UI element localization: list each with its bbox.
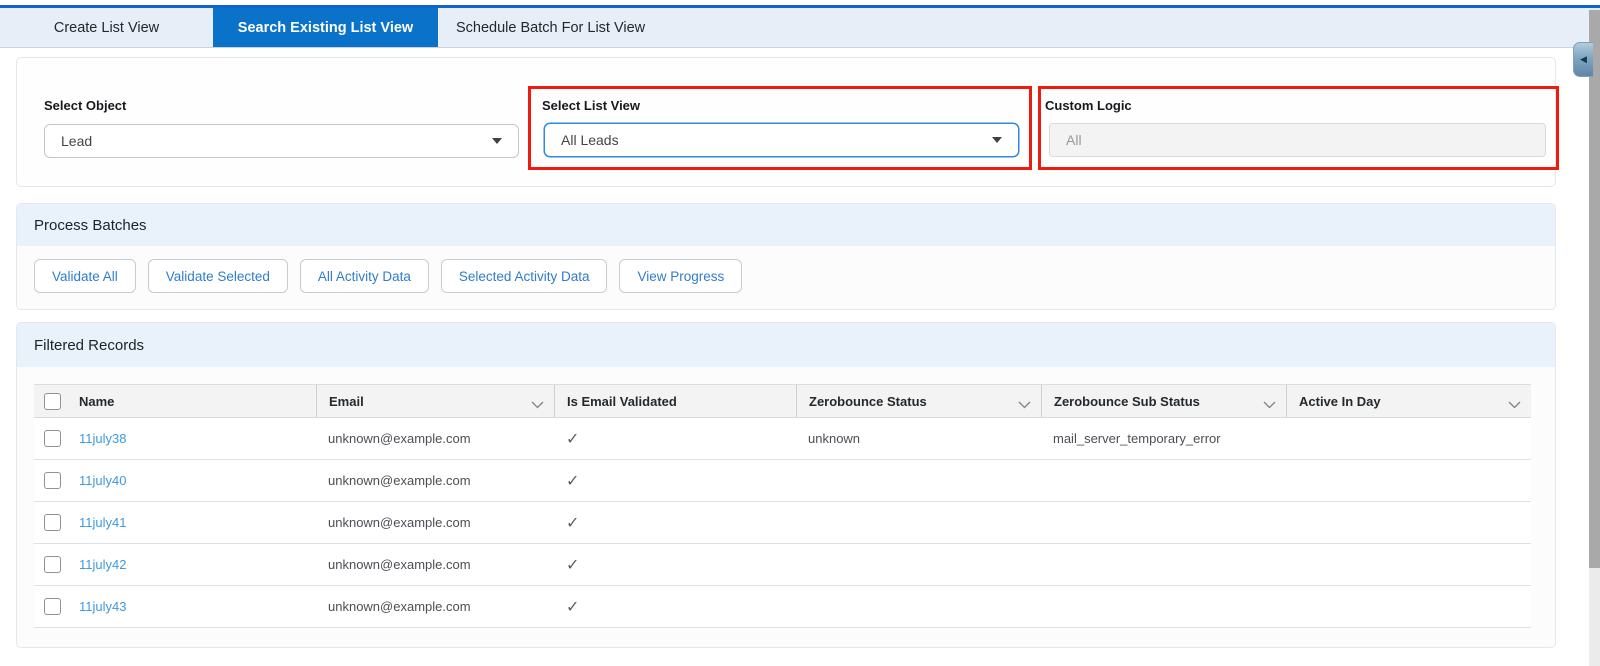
checkmark-icon: ✓ <box>566 430 580 448</box>
app-screen: Create List View Search Existing List Vi… <box>0 0 1600 666</box>
tab-search-existing-list-view[interactable]: Search Existing List View <box>213 8 438 47</box>
select-object-value: Lead <box>61 133 93 149</box>
chevron-down-icon[interactable] <box>531 397 544 409</box>
column-header-name[interactable]: Name <box>67 385 316 417</box>
record-name-link[interactable]: 11july41 <box>79 515 126 530</box>
zerobounce-sub-status-cell: mail_server_temporary_error <box>1053 431 1221 446</box>
filtered-records-card: Filtered Records Name Email Is Email Val… <box>16 322 1556 648</box>
column-label: Zerobounce Sub Status <box>1054 393 1200 409</box>
filtered-records-title: Filtered Records <box>34 336 145 354</box>
selected-activity-data-button[interactable]: Selected Activity Data <box>440 259 608 293</box>
panel-collapse-handle[interactable]: ◀ <box>1573 42 1593 77</box>
select-object-dropdown[interactable]: Lead <box>44 124 519 158</box>
record-name-link[interactable]: 11july42 <box>79 557 126 572</box>
column-header-is-email-validated[interactable]: Is Email Validated <box>554 385 796 417</box>
vertical-scrollbar-thumb[interactable] <box>1589 10 1600 568</box>
zerobounce-status-cell: unknown <box>808 431 861 446</box>
filtered-records-header: Filtered Records <box>17 323 1555 367</box>
row-checkbox[interactable] <box>44 430 61 447</box>
custom-logic-label: Custom Logic <box>1045 98 1132 113</box>
validate-all-button[interactable]: Validate All <box>34 259 136 293</box>
column-label: Email <box>329 393 364 409</box>
row-checkbox[interactable] <box>44 556 61 573</box>
column-header-zerobounce-status[interactable]: Zerobounce Status <box>796 385 1041 417</box>
tab-schedule-batch-for-list-view[interactable]: Schedule Batch For List View <box>438 8 663 47</box>
tab-bar: Create List View Search Existing List Vi… <box>0 8 1600 48</box>
table-row: 11july43 unknown@example.com ✓ <box>34 586 1531 628</box>
filter-form-card: Select Object Lead Select List View All … <box>16 57 1559 187</box>
record-name-link[interactable]: 11july38 <box>79 431 126 446</box>
email-cell: unknown@example.com <box>328 473 471 488</box>
process-batches-buttons: Validate All Validate Selected All Activ… <box>34 259 743 293</box>
process-batches-title: Process Batches <box>34 216 147 234</box>
chevron-left-icon: ◀ <box>1580 54 1587 64</box>
record-name-link[interactable]: 11july40 <box>79 473 126 488</box>
checkmark-icon: ✓ <box>566 514 580 532</box>
custom-logic-value: All <box>1066 132 1082 148</box>
table-row: 11july38 unknown@example.com ✓ unknown m… <box>34 418 1531 460</box>
table-row: 11july40 unknown@example.com ✓ <box>34 460 1531 502</box>
select-list-view-dropdown[interactable]: All Leads <box>544 123 1019 157</box>
checkmark-icon: ✓ <box>566 556 580 574</box>
email-cell: unknown@example.com <box>328 557 471 572</box>
select-list-view-label: Select List View <box>542 98 641 113</box>
chevron-down-icon[interactable] <box>1508 397 1521 409</box>
validate-selected-button[interactable]: Validate Selected <box>147 259 288 293</box>
dropdown-caret-icon <box>492 138 502 144</box>
column-label: Active In Day <box>1299 393 1381 409</box>
column-header-email[interactable]: Email <box>316 385 554 417</box>
email-cell: unknown@example.com <box>328 515 471 530</box>
tab-create-list-view[interactable]: Create List View <box>0 8 213 47</box>
column-header-zerobounce-sub-status[interactable]: Zerobounce Sub Status <box>1041 385 1286 417</box>
dropdown-caret-icon <box>992 137 1002 143</box>
records-table: Name Email Is Email Validated Zerobounce… <box>34 384 1531 628</box>
select-object-label: Select Object <box>44 98 127 113</box>
process-batches-header: Process Batches <box>17 204 1555 246</box>
record-name-link[interactable]: 11july43 <box>79 599 126 614</box>
row-checkbox[interactable] <box>44 598 61 615</box>
all-activity-data-button[interactable]: All Activity Data <box>299 259 429 293</box>
table-row: 11july41 unknown@example.com ✓ <box>34 502 1531 544</box>
chevron-down-icon[interactable] <box>1263 397 1276 409</box>
email-cell: unknown@example.com <box>328 599 471 614</box>
table-row: 11july42 unknown@example.com ✓ <box>34 544 1531 586</box>
column-label: Zerobounce Status <box>809 393 927 409</box>
chevron-down-icon[interactable] <box>1018 397 1031 409</box>
select-all-cell <box>34 385 67 417</box>
select-list-view-value: All Leads <box>561 132 619 148</box>
annotation-box-custom-logic: Custom Logic All <box>1038 86 1559 170</box>
custom-logic-input[interactable]: All <box>1049 123 1546 157</box>
column-header-active-in-day[interactable]: Active In Day <box>1286 385 1531 417</box>
select-all-checkbox[interactable] <box>44 392 61 410</box>
annotation-box-select-list-view: Select List View All Leads <box>528 86 1032 170</box>
email-cell: unknown@example.com <box>328 431 471 446</box>
table-header-row: Name Email Is Email Validated Zerobounce… <box>34 384 1531 418</box>
column-label: Name <box>79 393 115 409</box>
row-checkbox[interactable] <box>44 514 61 531</box>
column-label: Is Email Validated <box>567 393 677 409</box>
checkmark-icon: ✓ <box>566 598 580 616</box>
view-progress-button[interactable]: View Progress <box>619 259 743 293</box>
row-checkbox[interactable] <box>44 472 61 489</box>
process-batches-card: Process Batches Validate All Validate Se… <box>16 203 1556 310</box>
checkmark-icon: ✓ <box>566 472 580 490</box>
